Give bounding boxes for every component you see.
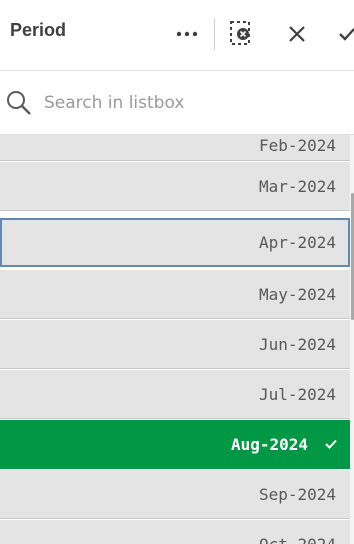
listbox-header: Period xyxy=(0,0,354,71)
list-item[interactable]: Sep-2024 xyxy=(0,470,350,519)
list-item-label: Jul-2024 xyxy=(258,385,336,404)
confirm-selection-button[interactable] xyxy=(334,18,354,50)
header-divider xyxy=(214,18,215,50)
list-item[interactable]: Oct-2024 xyxy=(0,520,350,544)
list-item[interactable]: Feb-2024 xyxy=(0,135,350,161)
selected-check-icon xyxy=(325,439,337,449)
close-icon xyxy=(289,26,305,42)
list-item[interactable]: Jun-2024 xyxy=(0,320,350,369)
list-item-label: May-2024 xyxy=(258,285,336,304)
list-item-label: Mar-2024 xyxy=(258,177,336,196)
list-item-label: Feb-2024 xyxy=(258,136,336,155)
list-item[interactable]: Jul-2024 xyxy=(0,370,350,419)
search-icon xyxy=(7,91,31,115)
checkmark-icon xyxy=(339,28,354,41)
list-item-label: Oct-2024 xyxy=(259,520,336,544)
list-item-label: Sep-2024 xyxy=(258,485,336,504)
listbox-title: Period xyxy=(10,20,67,40)
search-input[interactable] xyxy=(44,89,334,117)
list-item-focused[interactable]: Apr-2024 xyxy=(0,218,350,267)
list-item-selected[interactable]: Aug-2024 xyxy=(0,420,350,469)
close-button[interactable] xyxy=(282,18,312,50)
list-item[interactable]: May-2024 xyxy=(0,270,350,319)
clear-selections-icon xyxy=(230,21,250,45)
list-item-label: Aug-2024 xyxy=(230,435,308,454)
more-options-button[interactable] xyxy=(170,18,204,50)
listbox-values: Feb-2024 Mar-2024 Apr-2024 May-2024 Jun-… xyxy=(0,135,354,544)
list-item-label: Jun-2024 xyxy=(258,335,336,354)
list-item-label: Apr-2024 xyxy=(258,233,336,252)
more-icon xyxy=(176,31,198,37)
list-item[interactable]: Mar-2024 xyxy=(0,162,350,211)
clear-selections-button[interactable] xyxy=(226,18,258,50)
listbox-search xyxy=(0,71,354,135)
